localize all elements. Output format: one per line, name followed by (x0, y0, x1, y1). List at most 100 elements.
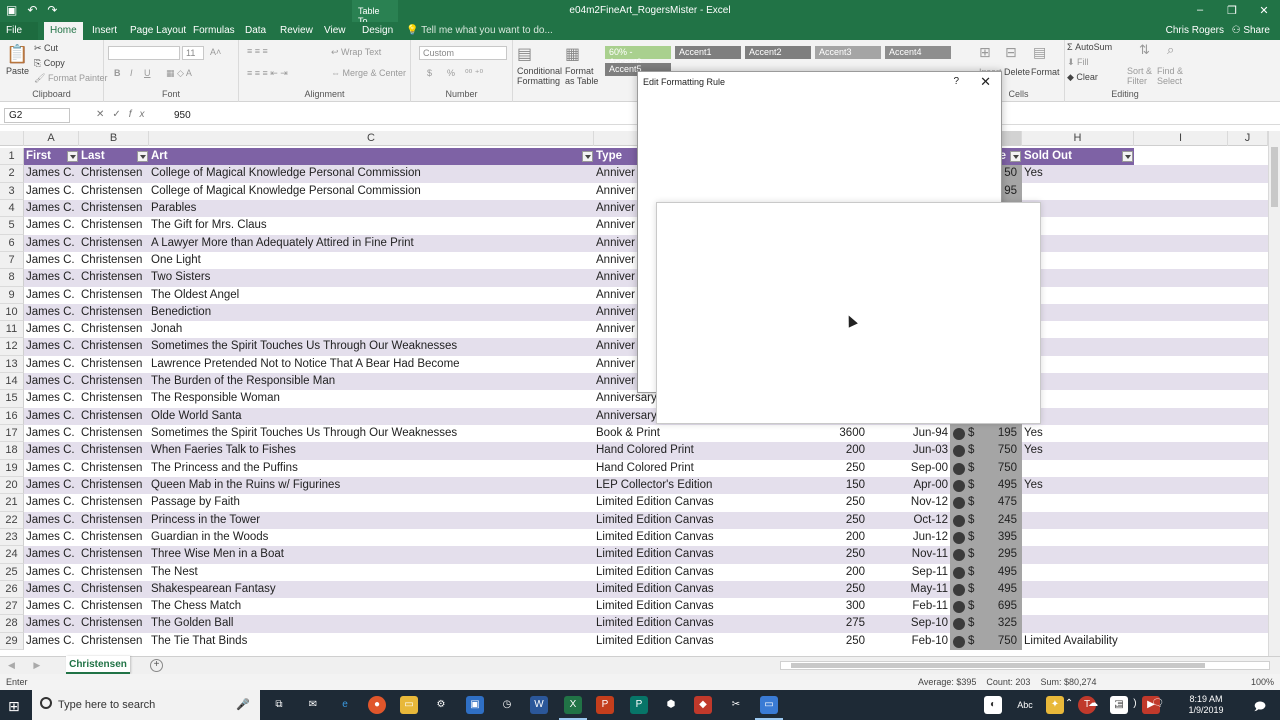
find-select-button[interactable]: Find & Select (1157, 66, 1187, 86)
cell-first[interactable]: James C. (24, 304, 79, 321)
enter-formula-icon[interactable]: ✓ (112, 109, 128, 120)
cell-art[interactable]: The Princess and the Puffins (149, 460, 594, 477)
cell-art[interactable]: Guardian in the Woods (149, 529, 594, 546)
cell-first[interactable]: James C. (24, 633, 79, 650)
decimal-icon[interactable]: ⁰⁰ ⁺⁰ (465, 68, 483, 79)
excel-icon[interactable]: X (559, 696, 587, 720)
select-all-corner[interactable] (0, 131, 24, 146)
cell-art[interactable]: When Faeries Talk to Fishes (149, 442, 594, 459)
cell-last[interactable]: Christensen (79, 165, 149, 182)
sheet-nav-arrows-icon[interactable]: ◀ ▶ (8, 660, 48, 671)
cell-last[interactable]: Christensen (79, 564, 149, 581)
sort-filter-button[interactable]: Sort & Filter (1127, 66, 1157, 86)
cell-sold-out[interactable]: Yes (1022, 477, 1134, 494)
taskbar-search-box[interactable]: Type here to search 🎤 (32, 690, 260, 720)
tab-review[interactable]: Review (274, 22, 319, 40)
cell-last[interactable]: Christensen (79, 477, 149, 494)
format-as-table-button[interactable]: Format as Table (565, 66, 601, 86)
cell-art[interactable]: Two Sisters (149, 269, 594, 286)
cell-first[interactable]: James C. (24, 390, 79, 407)
restore-button[interactable]: ❐ (1216, 0, 1248, 17)
find-icon[interactable]: ⌕ (1167, 42, 1174, 58)
close-window-button[interactable]: ✕ (1248, 0, 1280, 17)
filter-dropdown-icon[interactable] (137, 151, 148, 162)
bold-button[interactable]: B (114, 68, 121, 78)
filter-dropdown-icon[interactable] (1122, 151, 1133, 162)
cell-art[interactable]: Olde World Santa (149, 408, 594, 425)
cell-last[interactable]: Christensen (79, 581, 149, 598)
publisher-icon[interactable]: P (630, 696, 648, 714)
cell-last[interactable]: Christensen (79, 338, 149, 355)
column-header-c[interactable]: C (149, 131, 594, 146)
cell-first[interactable]: James C. (24, 287, 79, 304)
cell-sold-out[interactable]: Yes (1022, 425, 1134, 442)
cell-last[interactable]: Christensen (79, 304, 149, 321)
header-art[interactable]: Art (149, 148, 594, 165)
row-header[interactable]: 15 (0, 390, 24, 408)
row-header[interactable]: 5 (0, 217, 24, 235)
row-header[interactable]: 1 (0, 148, 24, 166)
cell-art[interactable]: Queen Mab in the Ruins w/ Figurines (149, 477, 594, 494)
cell-sold-out[interactable] (1022, 598, 1134, 615)
cell-first[interactable]: James C. (24, 529, 79, 546)
cell-sold-out[interactable] (1022, 546, 1134, 563)
cell-last[interactable]: Christensen (79, 425, 149, 442)
cell-date[interactable]: Jun-03 (867, 442, 950, 459)
cell-last[interactable]: Christensen (79, 321, 149, 338)
tab-view[interactable]: View (318, 22, 352, 40)
redo-icon[interactable]: ↷ (47, 3, 57, 17)
cell-art[interactable]: Sometimes the Spirit Touches Us Through … (149, 425, 594, 442)
cell-first[interactable]: James C. (24, 615, 79, 632)
cell-price[interactable]: $750 (950, 442, 1022, 460)
task-view-icon[interactable]: ⧉ (270, 696, 288, 714)
snipping-tool-icon[interactable]: ✂ (727, 696, 745, 714)
cell-sold-out[interactable] (1022, 615, 1134, 632)
cell-art[interactable]: The Tie That Binds (149, 633, 594, 650)
cell-quantity[interactable]: 250 (790, 581, 867, 598)
cell-sold-out[interactable]: Yes (1022, 442, 1134, 459)
row-header[interactable]: 3 (0, 182, 24, 200)
cell-last[interactable]: Christensen (79, 442, 149, 459)
cell-art[interactable]: A Lawyer More than Adequately Attired in… (149, 235, 594, 252)
cell-art[interactable]: The Oldest Angel (149, 287, 594, 304)
close-icon[interactable]: ✕ (980, 74, 991, 90)
merge-center-button[interactable]: ⇔ Merge & Center (331, 68, 406, 78)
cell-last[interactable]: Christensen (79, 269, 149, 286)
format-cells-button[interactable]: Format (1031, 67, 1060, 77)
cell-type[interactable]: Limited Edition Canvas (594, 598, 790, 615)
format-painter-button[interactable]: 🖌 Format Painter (34, 73, 107, 84)
cell-art[interactable]: The Responsible Woman (149, 390, 594, 407)
cell-art[interactable]: Benediction (149, 304, 594, 321)
cell-art[interactable]: College of Magical Knowledge Personal Co… (149, 165, 594, 182)
cell-last[interactable]: Christensen (79, 287, 149, 304)
cell-art[interactable]: The Burden of the Responsible Man (149, 373, 594, 390)
cell-date[interactable]: Nov-12 (867, 494, 950, 511)
cell-type[interactable]: Limited Edition Canvas (594, 529, 790, 546)
header-sold-out[interactable]: Sold Out (1022, 148, 1134, 165)
fill-button[interactable]: ⬇ Fill (1067, 57, 1089, 68)
row-header[interactable]: 8 (0, 269, 24, 287)
cancel-formula-icon[interactable]: ✕ (96, 109, 112, 120)
align-left-icon[interactable]: ≡ ≡ ≡ ⇤ ⇥ (247, 68, 288, 79)
name-box[interactable]: G2 (4, 108, 70, 123)
italic-button[interactable]: I (130, 68, 133, 78)
mail-icon[interactable]: ✉ (304, 696, 322, 714)
cell-last[interactable]: Christensen (79, 408, 149, 425)
cell-price[interactable]: $245 (950, 511, 1022, 529)
number-format-dropdown[interactable]: Custom (419, 46, 507, 60)
cell-quantity[interactable]: 3600 (790, 425, 867, 442)
row-header[interactable]: 4 (0, 199, 24, 218)
cell-sold-out[interactable] (1022, 494, 1134, 511)
cell-art[interactable]: Three Wise Men in a Boat (149, 546, 594, 563)
cell-price[interactable]: $475 (950, 494, 1022, 512)
cell-quantity[interactable]: 250 (790, 512, 867, 529)
copy-button[interactable]: ⎘ Copy (34, 58, 65, 69)
cell-art[interactable]: One Light (149, 252, 594, 269)
windows-start-icon[interactable]: ⊞ (8, 698, 20, 715)
edge-icon[interactable]: e (336, 696, 354, 714)
row-header[interactable]: 25 (0, 563, 24, 581)
insert-function-icon[interactable]: fx (129, 109, 153, 120)
cell-price[interactable]: $695 (950, 598, 1022, 616)
cell-art[interactable]: Sometimes the Spirit Touches Us Through … (149, 338, 594, 355)
clear-button[interactable]: ◆ Clear (1067, 72, 1098, 83)
